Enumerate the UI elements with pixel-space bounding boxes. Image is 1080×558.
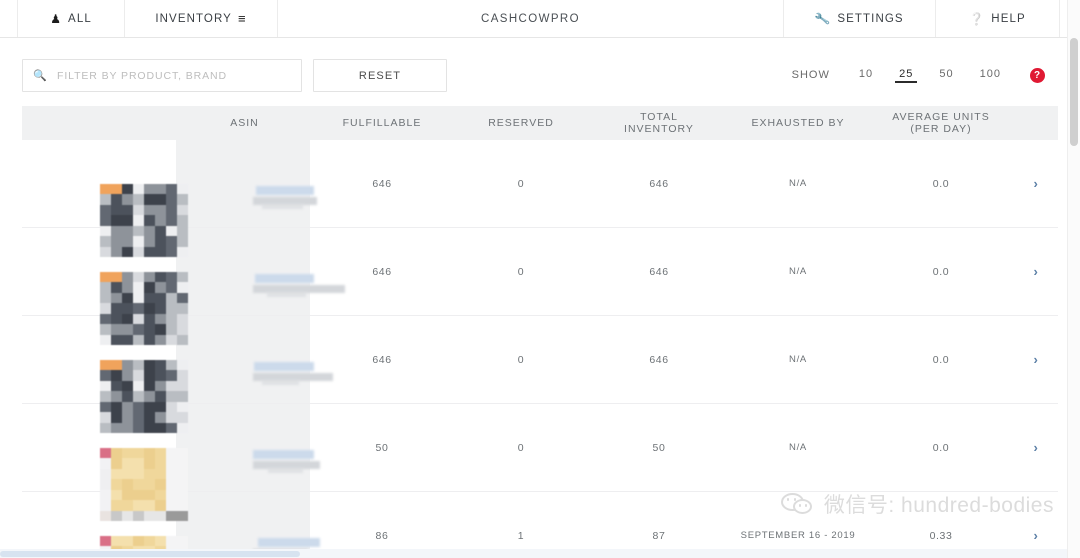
app-brand-title: CASHCOWPRO <box>278 0 784 37</box>
row-detail-chevron[interactable]: › <box>1014 352 1058 367</box>
cell-exhausted-by: N/A <box>789 266 807 277</box>
cell-reserved: 0 <box>517 441 525 454</box>
search-input[interactable] <box>57 69 301 82</box>
horizontal-scrollbar-thumb[interactable] <box>0 551 300 557</box>
cell-fulfillable: 646 <box>372 265 392 278</box>
nav-tab-all[interactable]: ♟ ALL <box>18 0 125 37</box>
hamburger-icon: ≡ <box>237 11 247 26</box>
page-size-option-100[interactable]: 100 <box>976 67 1005 83</box>
page-size-option-50[interactable]: 50 <box>935 67 957 83</box>
wrench-icon: 🔧 <box>814 10 833 27</box>
inventory-table: ASIN FULFILLABLE RESERVED TOTAL INVENTOR… <box>0 106 1080 558</box>
chevron-right-icon: › <box>1033 176 1039 191</box>
page-size-option-25[interactable]: 25 <box>895 67 918 83</box>
filter-toolbar: 🔍 RESET SHOW 10 25 50 100 ? <box>0 38 1080 106</box>
cell-average-units: 0.0 <box>932 441 950 454</box>
column-header-average-units: AVERAGE UNITS (PER DAY) <box>892 111 990 135</box>
vertical-scrollbar-thumb[interactable] <box>1070 38 1078 146</box>
cell-total-inventory: 87 <box>652 529 666 542</box>
cell-fulfillable: 86 <box>375 529 389 542</box>
cell-exhausted-by: N/A <box>789 354 807 365</box>
chevron-right-icon: › <box>1033 528 1039 543</box>
column-header-asin: ASIN <box>230 117 259 129</box>
column-header-exhausted-by: EXHAUSTED BY <box>751 117 845 129</box>
cell-average-units: 0.0 <box>932 265 950 278</box>
nav-tab-all-label: ALL <box>68 12 92 25</box>
cell-fulfillable: 50 <box>375 441 389 454</box>
row-detail-chevron[interactable]: › <box>1014 528 1058 543</box>
search-icon: 🔍 <box>33 70 47 82</box>
cell-total-inventory: 50 <box>652 441 666 454</box>
cell-reserved: 0 <box>517 353 525 366</box>
nav-left-edge <box>0 0 18 37</box>
cell-reserved: 0 <box>517 177 525 190</box>
search-box[interactable]: 🔍 <box>22 59 302 92</box>
cell-average-units: 0.0 <box>932 353 950 366</box>
cell-exhausted-by: N/A <box>789 178 807 189</box>
row-detail-chevron[interactable]: › <box>1014 264 1058 279</box>
nav-tab-help[interactable]: ❔ HELP <box>936 0 1060 37</box>
cell-average-units: 0.33 <box>929 529 953 542</box>
top-navigation-bar: ♟ ALL INVENTORY ≡ CASHCOWPRO 🔧 SETTINGS … <box>0 0 1080 38</box>
reset-button[interactable]: RESET <box>313 59 447 92</box>
nav-tab-inventory[interactable]: INVENTORY ≡ <box>125 0 278 37</box>
nav-tab-help-label: HELP <box>991 12 1026 25</box>
page-size-selector: SHOW 10 25 50 100 ? <box>792 60 1045 90</box>
chevron-right-icon: › <box>1033 352 1039 367</box>
question-circle-icon: ❔ <box>969 11 986 26</box>
cell-total-inventory: 646 <box>649 353 669 366</box>
page-size-option-10[interactable]: 10 <box>855 67 877 83</box>
column-header-fulfillable: FULFILLABLE <box>342 117 422 129</box>
cell-exhausted-by: N/A <box>789 442 807 453</box>
table-body: 646 0 646 N/A 0.0 › 646 0 646 N/A 0.0 › 646 0 646 N/A 0.… <box>22 140 1058 558</box>
cell-total-inventory: 646 <box>649 265 669 278</box>
vertical-scrollbar[interactable] <box>1067 0 1080 558</box>
table-header-row: ASIN FULFILLABLE RESERVED TOTAL INVENTOR… <box>22 106 1058 140</box>
show-label: SHOW <box>791 69 830 81</box>
cell-reserved: 0 <box>517 265 525 278</box>
row-detail-chevron[interactable]: › <box>1014 176 1058 191</box>
help-info-icon[interactable]: ? <box>1030 67 1045 83</box>
cell-fulfillable: 646 <box>372 353 392 366</box>
cell-total-inventory: 646 <box>649 177 669 190</box>
nav-tab-settings-label: SETTINGS <box>837 12 904 25</box>
horizontal-scrollbar[interactable] <box>0 549 1067 558</box>
nav-tab-inventory-label: INVENTORY <box>155 12 232 25</box>
cell-average-units: 0.0 <box>932 177 950 190</box>
table-row[interactable]: 646 0 646 N/A 0.0 › <box>22 140 1058 257</box>
cell-exhausted-by: SEPTEMBER 16 - 2019 <box>740 530 856 541</box>
chevron-right-icon: › <box>1033 440 1039 455</box>
cell-fulfillable: 646 <box>372 177 392 190</box>
chevron-right-icon: › <box>1033 264 1039 279</box>
row-detail-chevron[interactable]: › <box>1014 440 1058 455</box>
nav-tab-settings[interactable]: 🔧 SETTINGS <box>784 0 936 37</box>
cell-reserved: 1 <box>517 529 525 542</box>
column-header-total-inventory: TOTAL INVENTORY <box>624 111 694 135</box>
column-header-reserved: RESERVED <box>488 117 554 129</box>
person-icon: ♟ <box>50 11 63 26</box>
inventory-page: ♟ ALL INVENTORY ≡ CASHCOWPRO 🔧 SETTINGS … <box>0 0 1080 558</box>
